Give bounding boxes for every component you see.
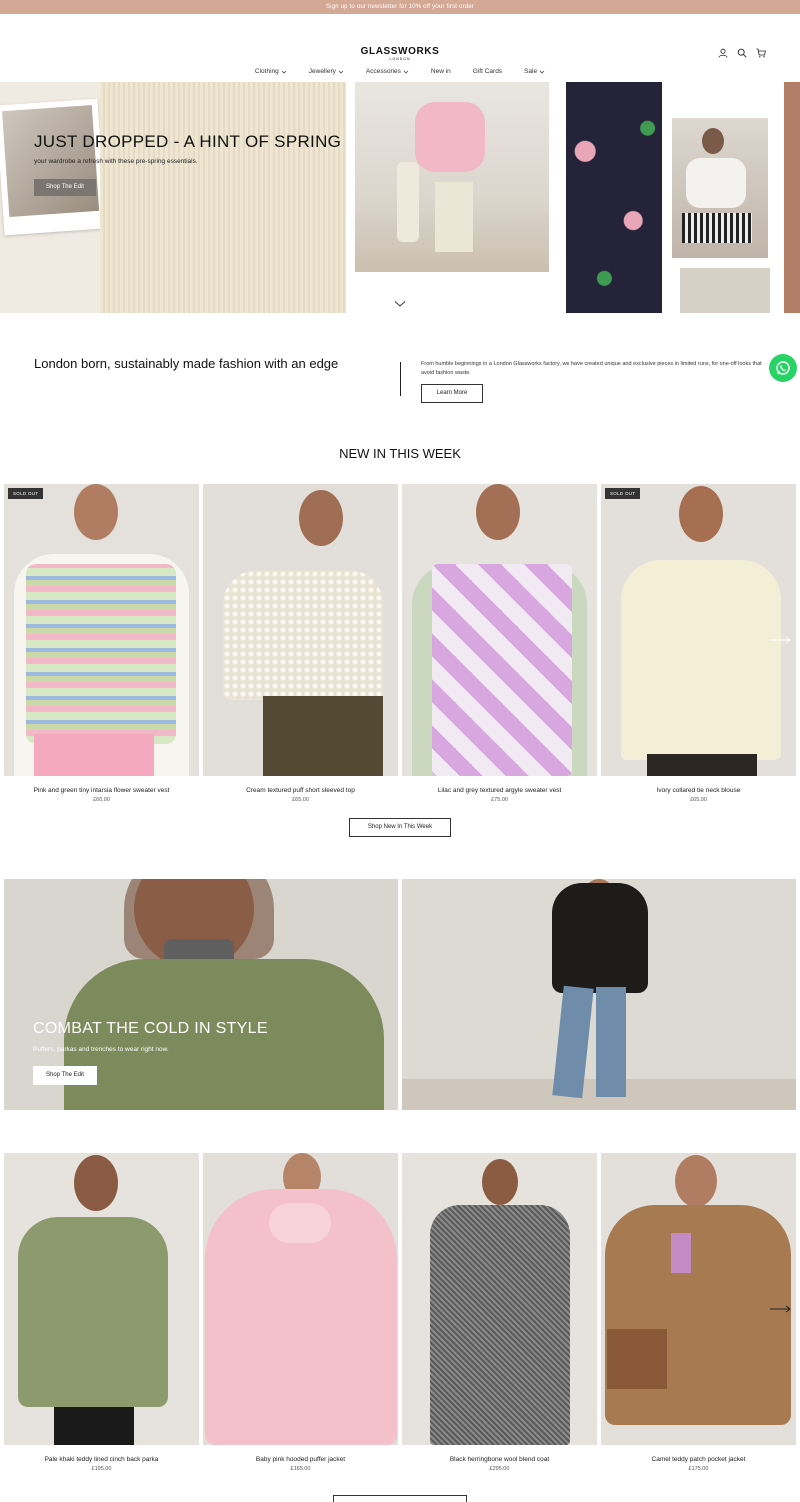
hero-knit-panel [100,82,352,313]
product-image[interactable] [203,484,398,776]
product-image[interactable]: SOLD OUT [601,484,796,776]
product-price: £60.00 [93,797,110,803]
nav-label: Clothing [254,68,279,75]
main-nav: Clothing Jewellery Accessories New in Gi… [0,68,800,75]
product-name[interactable]: Pale khaki teddy lined cinch back parka [4,1456,199,1463]
product-image[interactable] [402,484,597,776]
user-icon[interactable] [718,48,728,58]
hero-photo [672,118,768,258]
hero-panel [784,82,800,313]
hero-photo [680,268,770,313]
product-price: £295.00 [489,1466,510,1472]
product-name[interactable]: Camel teddy patch pocket jacket [601,1456,796,1463]
banner-shop-button[interactable]: Shop The Edit [33,1066,97,1085]
sold-out-badge: SOLD OUT [605,488,641,499]
brand-name: GLASSWORKS [360,46,440,57]
product-price: £195.00 [91,1466,112,1472]
nav-new-in[interactable]: New in [431,68,451,75]
logo[interactable]: GLASSWORKS LONDON [0,46,800,61]
sold-out-badge: SOLD OUT [8,488,44,499]
product-card[interactable]: Cream textured puff short sleeved top £6… [203,484,398,803]
brand-sub: LONDON [389,57,411,61]
product-card[interactable]: Camel teddy patch pocket jacket £175.00 [601,1153,796,1472]
chevron-down-icon[interactable] [394,300,406,308]
learn-more-button[interactable]: Learn More [421,384,483,403]
product-price: £175.00 [688,1466,709,1472]
hero-subtitle: your wardrobe a refresh with these pre-s… [34,158,198,165]
divider [400,362,401,396]
whatsapp-button[interactable] [769,354,797,382]
shop-new-in-button[interactable]: Shop New In This Week [349,818,451,837]
product-card[interactable]: Baby pink hooded puffer jacket £165.00 [203,1153,398,1472]
intro-text: From humble beginnings in a London Glass… [421,361,762,376]
nav-sale[interactable]: Sale [524,68,545,75]
product-card[interactable]: Pale khaki teddy lined cinch back parka … [4,1153,199,1472]
arrow-right-icon[interactable] [770,636,792,644]
announcement-bar[interactable]: Sign up to our newsletter for 10% off yo… [0,0,800,14]
chevron-down-icon [403,70,409,73]
chevron-down-icon [281,70,287,73]
hero-photo [0,98,107,236]
product-name[interactable]: Cream textured puff short sleeved top [203,787,398,794]
banner-subtitle: Puffers, parkas and trenches to wear rig… [33,1046,169,1053]
chevron-down-icon [338,70,344,73]
product-price: £75.00 [491,797,508,803]
whatsapp-icon [776,361,790,375]
product-card[interactable]: SOLD OUT Pink and green tiny intarsia fl… [4,484,199,803]
nav-clothing[interactable]: Clothing [255,68,287,75]
product-name[interactable]: Pink and green tiny intarsia flower swea… [4,787,199,794]
product-image[interactable]: SOLD OUT [4,484,199,776]
shop-outerwear-button[interactable] [333,1495,467,1502]
intro-heading: London born, sustainably made fashion wi… [34,356,339,371]
product-card[interactable]: Lilac and grey textured argyle sweater v… [402,484,597,803]
product-name[interactable]: Baby pink hooded puffer jacket [203,1456,398,1463]
search-icon[interactable] [737,48,747,58]
nav-label: Gift Cards [472,68,503,75]
hero-pattern-panel [566,82,662,313]
hero-title: JUST DROPPED - A HINT OF SPRING [34,132,342,151]
product-name[interactable]: Ivory collared tie neck blouse [601,787,796,794]
product-image[interactable] [4,1153,199,1445]
cart-icon[interactable] [756,48,766,58]
nav-label: Jewellery [308,68,336,75]
chevron-down-icon [539,70,545,73]
product-price: £165.00 [290,1466,311,1472]
product-price: £65.00 [292,797,309,803]
nav-gift-cards[interactable]: Gift Cards [473,68,502,75]
product-card[interactable]: SOLD OUT Ivory collared tie neck blouse … [601,484,796,803]
product-price: £65.00 [690,797,707,803]
product-card[interactable]: Black herringbone wool blend coat £295.0… [402,1153,597,1472]
nav-label: Sale [524,68,538,75]
nav-label: New in [430,68,451,75]
hero-banner[interactable] [0,82,800,313]
product-image[interactable] [601,1153,796,1445]
nav-accessories[interactable]: Accessories [366,68,409,75]
banner-title: COMBAT THE COLD IN STYLE [33,1020,268,1037]
arrow-right-icon[interactable] [770,1305,792,1313]
product-name[interactable]: Black herringbone wool blend coat [402,1456,597,1463]
hero-photo [355,82,549,272]
section-title: NEW IN THIS WEEK [339,446,461,461]
nav-label: Accessories [365,68,401,75]
product-image[interactable] [203,1153,398,1445]
product-name[interactable]: Lilac and grey textured argyle sweater v… [402,787,597,794]
hero-shop-button[interactable]: Shop The Edit [34,179,96,196]
promo-image[interactable] [402,879,796,1110]
product-image[interactable] [402,1153,597,1445]
nav-jewellery[interactable]: Jewellery [309,68,344,75]
